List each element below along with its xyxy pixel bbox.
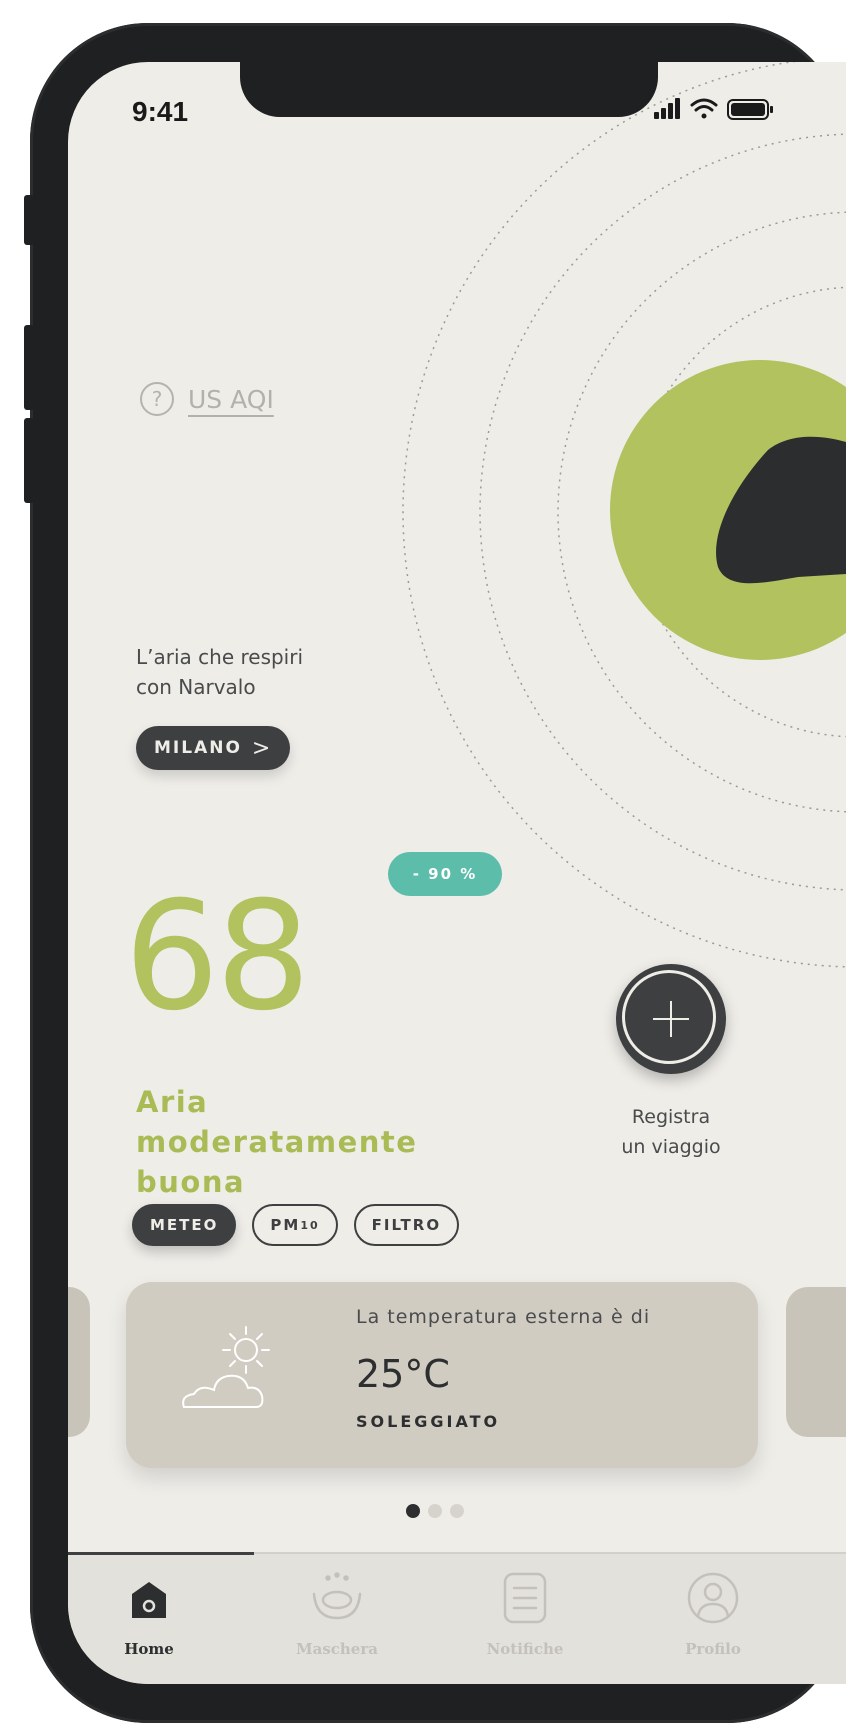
chip-filtro[interactable]: FILTRO xyxy=(353,1204,460,1246)
filter-chips: METEO PM 10 FILTRO xyxy=(132,1204,460,1246)
aqi-info-link[interactable]: ? US AQI xyxy=(140,382,274,416)
quality-line-3: buona xyxy=(136,1165,246,1199)
status-icons xyxy=(654,98,773,120)
chip-meteo[interactable]: METEO xyxy=(132,1204,237,1246)
carousel-dot-2[interactable] xyxy=(428,1504,442,1518)
mute-switch xyxy=(24,195,34,245)
home-icon xyxy=(132,1582,166,1618)
weather-label: La temperatura esterna è di xyxy=(356,1306,651,1328)
previous-card-peek[interactable] xyxy=(68,1287,90,1437)
city-name: MILANO xyxy=(154,738,242,758)
notch xyxy=(240,62,658,117)
next-card-peek[interactable] xyxy=(786,1287,846,1437)
intro-text: L’aria che respiri con Narvalo xyxy=(136,642,396,702)
weather-condition: SOLEGGIATO xyxy=(356,1412,501,1431)
sun-cloud-icon xyxy=(182,1326,270,1408)
intro-line-1: L’aria che respiri xyxy=(136,645,304,669)
aqi-scale-label[interactable]: US AQI xyxy=(188,385,274,414)
tab-notifiche[interactable]: Notifiche xyxy=(460,1572,590,1658)
trip-label-line-2: un viaggio xyxy=(621,1136,721,1158)
chevron-right-icon: > xyxy=(251,735,273,761)
notifications-icon xyxy=(503,1572,547,1624)
tab-profilo[interactable]: Profilo xyxy=(648,1572,778,1658)
quality-line-1: Aria xyxy=(136,1085,209,1119)
register-trip-label: Registra un viaggio xyxy=(598,1102,744,1162)
tab-maschera-label: Maschera xyxy=(296,1640,378,1658)
plus-button-ring xyxy=(622,970,716,1064)
bottom-tab-bar: Home Maschera Notifiche Profilo xyxy=(68,1552,846,1684)
mask-icon xyxy=(312,1572,362,1620)
quality-line-2: moderatamente xyxy=(136,1125,418,1159)
wifi-icon xyxy=(690,98,718,119)
app-screen: 9:41 ? US AQI L’aria che respiri con Nar… xyxy=(68,62,846,1684)
tab-profilo-label: Profilo xyxy=(685,1640,741,1658)
chip-pm10[interactable]: PM 10 xyxy=(252,1204,338,1246)
tab-home[interactable]: Home xyxy=(84,1572,214,1658)
tab-maschera[interactable]: Maschera xyxy=(272,1572,402,1658)
carousel-dot-1[interactable] xyxy=(406,1504,420,1518)
register-trip-button[interactable] xyxy=(616,964,726,1074)
intro-line-2: con Narvalo xyxy=(136,675,256,699)
reduction-badge: - 90 % xyxy=(388,852,502,896)
plus-icon-vertical xyxy=(670,1001,672,1037)
battery-icon xyxy=(727,99,773,120)
tab-notifiche-label: Notifiche xyxy=(486,1640,564,1658)
carousel-dots xyxy=(406,1504,464,1518)
carousel-dot-3[interactable] xyxy=(450,1504,464,1518)
signal-icon xyxy=(654,98,680,119)
volume-down-button xyxy=(24,418,34,503)
profile-icon xyxy=(687,1572,739,1624)
weather-card: La temperatura esterna è di 25°C SOLEGGI… xyxy=(126,1282,758,1468)
active-tab-indicator xyxy=(68,1552,254,1555)
city-selector-button[interactable]: MILANO > xyxy=(136,726,291,770)
aqi-value: 68 xyxy=(124,870,311,1044)
volume-up-button xyxy=(24,325,34,410)
trip-label-line-1: Registra xyxy=(631,1106,711,1128)
temperature-value: 25°C xyxy=(356,1352,450,1396)
tab-home-label: Home xyxy=(124,1640,174,1658)
air-quality-description: Aria moderatamente buona xyxy=(136,1082,436,1202)
pm10-subscript: 10 xyxy=(300,1218,320,1232)
status-time: 9:41 xyxy=(132,96,189,127)
help-icon[interactable]: ? xyxy=(140,382,174,416)
